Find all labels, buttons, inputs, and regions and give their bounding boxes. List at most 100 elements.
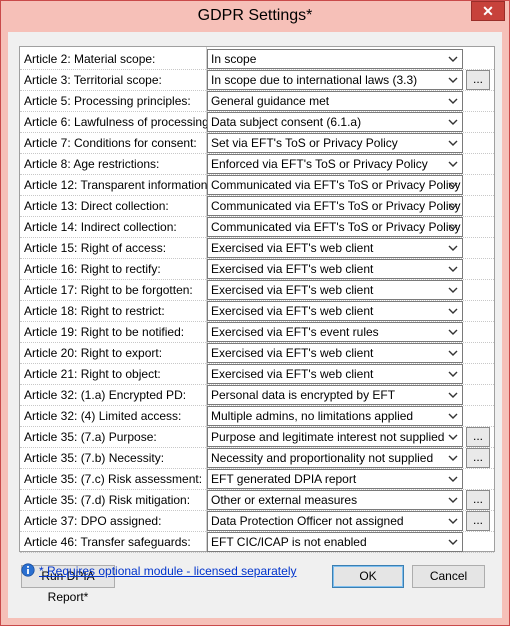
dropdown-value: Communicated via EFT's ToS or Privacy Po… <box>211 199 461 213</box>
chevron-down-icon <box>448 140 458 146</box>
licensing-note-link[interactable]: * Requires optional module - licensed se… <box>39 564 296 578</box>
more-options-button[interactable]: ... <box>466 490 490 510</box>
dropdown-value: Exercised via EFT's web client <box>211 262 374 276</box>
chevron-down-icon <box>448 98 458 104</box>
setting-dropdown[interactable]: Set via EFT's ToS or Privacy Policy <box>207 133 463 153</box>
settings-row: Article 14: Indirect collection: Communic… <box>20 217 494 238</box>
more-options-button[interactable]: ... <box>466 427 490 447</box>
dropdown-value: In scope <box>211 52 257 66</box>
setting-dropdown[interactable]: Multiple admins, no limitations applied <box>207 406 463 426</box>
settings-row: Article 18: Right to restrict: Exercised … <box>20 301 494 322</box>
setting-dropdown[interactable]: Data Protection Officer not assigned <box>207 511 463 531</box>
chevron-down-icon <box>448 392 458 398</box>
setting-dropdown[interactable]: Necessity and proportionality not suppli… <box>207 448 463 468</box>
setting-label: Article 16: Right to rectify: <box>24 262 161 276</box>
chevron-down-icon <box>448 77 458 83</box>
chevron-down-icon <box>448 182 458 188</box>
dropdown-value: Exercised via EFT's web client <box>211 283 374 297</box>
setting-label: Article 35: (7.a) Purpose: <box>24 430 157 444</box>
setting-label: Article 19: Right to be notified: <box>24 325 185 339</box>
more-options-button[interactable]: ... <box>466 70 490 90</box>
chevron-down-icon <box>448 224 458 230</box>
setting-dropdown[interactable]: Purpose and legitimate interest not supp… <box>207 427 463 447</box>
setting-label: Article 6: Lawfulness of processing: <box>24 115 213 129</box>
settings-row: Article 32: (1.a) Encrypted PD: Personal … <box>20 385 494 406</box>
settings-row: Article 7: Conditions for consent: Set vi… <box>20 133 494 154</box>
setting-label: Article 2: Material scope: <box>24 52 156 66</box>
window-title: GDPR Settings* <box>197 7 313 24</box>
settings-row: Article 35: (7.a) Purpose: Purpose and le… <box>20 427 494 448</box>
setting-dropdown[interactable]: Communicated via EFT's ToS or Privacy Po… <box>207 217 463 237</box>
dropdown-value: General guidance met <box>211 94 330 108</box>
setting-dropdown[interactable]: Communicated via EFT's ToS or Privacy Po… <box>207 175 463 195</box>
ok-button[interactable]: OK <box>332 565 404 588</box>
settings-row: Article 3: Territorial scope: In scope du… <box>20 70 494 91</box>
chevron-down-icon <box>448 434 458 440</box>
setting-dropdown[interactable]: EFT CIC/ICAP is not enabled <box>207 532 463 552</box>
more-options-button[interactable]: ... <box>466 448 490 468</box>
setting-dropdown[interactable]: Exercised via EFT's web client <box>207 259 463 279</box>
settings-row: Article 15: Right of access: Exercised vi… <box>20 238 494 259</box>
setting-dropdown[interactable]: Data subject consent (6.1.a) <box>207 112 463 132</box>
settings-row: Article 46: Transfer safeguards: EFT CIC/… <box>20 532 494 553</box>
setting-dropdown[interactable]: Other or external measures <box>207 490 463 510</box>
setting-dropdown[interactable]: Exercised via EFT's web client <box>207 280 463 300</box>
setting-label: Article 32: (4) Limited access: <box>24 409 182 423</box>
settings-row: Article 20: Right to export: Exercised vi… <box>20 343 494 364</box>
settings-row: Article 16: Right to rectify: Exercised v… <box>20 259 494 280</box>
dropdown-value: Personal data is encrypted by EFT <box>211 388 396 402</box>
chevron-down-icon <box>448 497 458 503</box>
setting-label: Article 35: (7.c) Risk assessment: <box>24 472 203 486</box>
gdpr-settings-window: GDPR Settings* ✕ Article 2: Material sco… <box>0 0 510 626</box>
setting-label: Article 18: Right to restrict: <box>24 304 165 318</box>
setting-dropdown[interactable]: Enforced via EFT's ToS or Privacy Policy <box>207 154 463 174</box>
setting-dropdown[interactable]: General guidance met <box>207 91 463 111</box>
chevron-down-icon <box>448 413 458 419</box>
settings-row: Article 32: (4) Limited access: Multiple … <box>20 406 494 427</box>
settings-row: Article 12: Transparent information: Comm… <box>20 175 494 196</box>
settings-row: Article 13: Direct collection: Communicat… <box>20 196 494 217</box>
setting-dropdown[interactable]: Exercised via EFT's web client <box>207 343 463 363</box>
setting-label: Article 20: Right to export: <box>24 346 163 360</box>
setting-dropdown[interactable]: Personal data is encrypted by EFT <box>207 385 463 405</box>
dropdown-value: EFT CIC/ICAP is not enabled <box>211 535 367 549</box>
setting-label: Article 37: DPO assigned: <box>24 514 162 528</box>
settings-grid: Article 2: Material scope: In scope Articl… <box>19 46 495 553</box>
chevron-down-icon <box>448 245 458 251</box>
dropdown-value: Data subject consent (6.1.a) <box>211 115 362 129</box>
settings-row: Article 37: DPO assigned: Data Protection… <box>20 511 494 532</box>
setting-label: Article 35: (7.b) Necessity: <box>24 451 165 465</box>
setting-dropdown[interactable]: Exercised via EFT's web client <box>207 238 463 258</box>
setting-dropdown[interactable]: In scope due to international laws (3.3) <box>207 70 463 90</box>
setting-label: Article 8: Age restrictions: <box>24 157 160 171</box>
more-options-button[interactable]: ... <box>466 511 490 531</box>
setting-dropdown[interactable]: Exercised via EFT's web client <box>207 301 463 321</box>
setting-label: Article 3: Territorial scope: <box>24 73 162 87</box>
setting-label: Article 17: Right to be forgotten: <box>24 283 193 297</box>
settings-row: Article 5: Processing principles: General… <box>20 91 494 112</box>
settings-row: Article 17: Right to be forgotten: Exerci… <box>20 280 494 301</box>
close-button[interactable]: ✕ <box>471 1 505 21</box>
settings-row: Article 8: Age restrictions: Enforced via… <box>20 154 494 175</box>
dropdown-value: Exercised via EFT's web client <box>211 346 374 360</box>
settings-row: Article 35: (7.d) Risk mitigation: Other … <box>20 490 494 511</box>
setting-dropdown[interactable]: Exercised via EFT's event rules <box>207 322 463 342</box>
setting-label: Article 7: Conditions for consent: <box>24 136 197 150</box>
cancel-button[interactable]: Cancel <box>412 565 485 588</box>
dropdown-value: Enforced via EFT's ToS or Privacy Policy <box>211 157 428 171</box>
setting-dropdown[interactable]: EFT generated DPIA report <box>207 469 463 489</box>
chevron-down-icon <box>448 476 458 482</box>
setting-label: Article 12: Transparent information: <box>24 178 211 192</box>
setting-dropdown[interactable]: Exercised via EFT's web client <box>207 364 463 384</box>
dropdown-value: Exercised via EFT's web client <box>211 367 374 381</box>
dropdown-value: Data Protection Officer not assigned <box>211 514 404 528</box>
dropdown-value: Necessity and proportionality not suppli… <box>211 451 434 465</box>
setting-label: Article 14: Indirect collection: <box>24 220 177 234</box>
setting-dropdown[interactable]: In scope <box>207 49 463 69</box>
setting-label: Article 13: Direct collection: <box>24 199 169 213</box>
setting-dropdown[interactable]: Communicated via EFT's ToS or Privacy Po… <box>207 196 463 216</box>
setting-label: Article 35: (7.d) Risk mitigation: <box>24 493 191 507</box>
title-bar[interactable]: GDPR Settings* ✕ <box>1 1 509 32</box>
dropdown-value: Purpose and legitimate interest not supp… <box>211 430 445 444</box>
dropdown-value: Communicated via EFT's ToS or Privacy Po… <box>211 220 461 234</box>
